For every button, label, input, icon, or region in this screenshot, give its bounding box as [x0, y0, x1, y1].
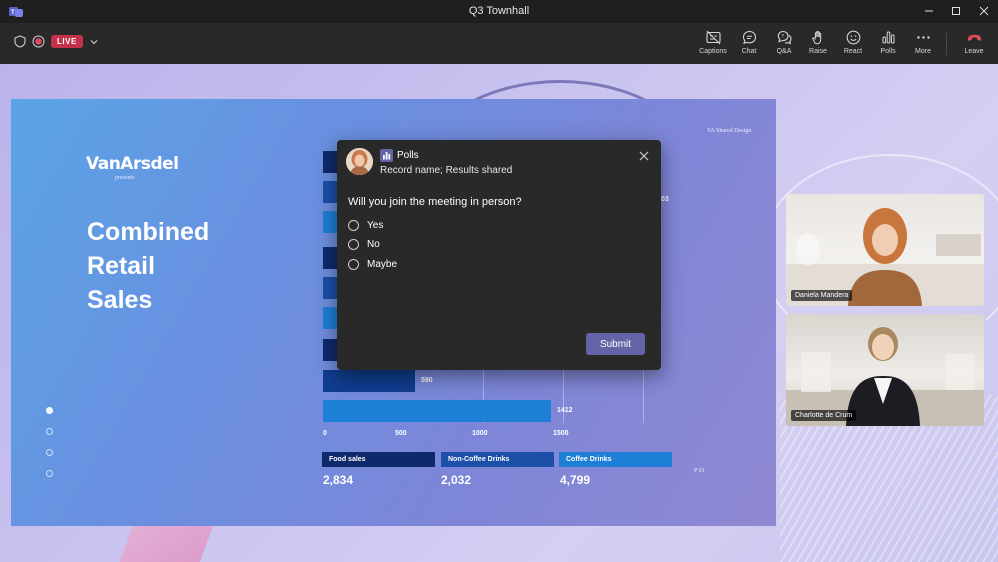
more-label: More — [915, 48, 931, 55]
bar-value-label: 03 — [661, 196, 669, 203]
slide-nav-dot[interactable] — [46, 470, 53, 477]
close-window-button[interactable] — [976, 3, 992, 19]
poll-dialog: Polls Record name; Results shared Will y… — [337, 140, 661, 370]
leave-label: Leave — [964, 48, 984, 55]
svg-text:?: ? — [781, 34, 784, 40]
raise-label: Raise — [809, 48, 827, 55]
minimize-icon — [925, 10, 933, 12]
chat-icon — [742, 30, 756, 45]
slide-corner-note: VA Shared Design — [707, 128, 752, 134]
slide-title: Combined Retail Sales — [87, 215, 267, 317]
poll-option-label: No — [367, 239, 380, 250]
captions-label: Captions — [699, 48, 727, 55]
react-label: React — [843, 48, 863, 55]
chevron-down-icon[interactable] — [89, 38, 99, 46]
meeting-toolbar: LIVE Captions Chat ? Q&A Raise React Pol… — [0, 23, 998, 64]
poll-option-no[interactable]: No — [348, 239, 380, 250]
close-icon — [979, 6, 989, 16]
avatar — [346, 148, 373, 175]
slide-nav-dot[interactable] — [46, 428, 53, 435]
recording-icon — [32, 35, 45, 48]
polls-icon — [882, 31, 894, 44]
presenter-avatar-image — [346, 148, 373, 175]
legend-non-coffee-drinks: Non-Coffee Drinks — [441, 452, 554, 467]
captions-icon — [705, 30, 721, 45]
poll-settings-subtitle: Record name; Results shared — [380, 165, 513, 176]
radio-button[interactable] — [348, 220, 359, 231]
bar-value-label: 590 — [421, 377, 433, 384]
radio-button[interactable] — [348, 259, 359, 270]
legend-coffee-drinks: Coffee Drinks — [559, 452, 672, 467]
toolbar-divider — [946, 33, 947, 55]
live-badge: LIVE — [51, 35, 83, 48]
title-bar: T Q3 Townhall — [0, 0, 998, 23]
slide-title-line: Combined — [87, 218, 210, 246]
chart-bar — [323, 370, 415, 392]
polls-app-icon — [380, 149, 393, 162]
react-icon — [846, 30, 860, 45]
meeting-status-area: LIVE — [14, 35, 99, 48]
x-axis-tick: 500 — [395, 430, 407, 437]
participant-video-tile[interactable]: Charlotte de Crum — [786, 314, 984, 426]
qa-button[interactable]: ? Q&A — [766, 29, 802, 61]
brand-logo: VanArsdel — [86, 154, 179, 174]
raise-hand-button[interactable]: Raise — [800, 29, 836, 61]
maximize-icon — [952, 7, 960, 15]
x-axis-tick: 1000 — [472, 430, 488, 437]
food-sales-total: 2,834 — [323, 473, 354, 487]
legend-food-sales: Food sales — [322, 452, 435, 467]
participant-name: Daniela Mandera — [791, 290, 853, 301]
poll-question: Will you join the meeting in person? — [348, 196, 522, 208]
submit-button[interactable]: Submit — [586, 333, 645, 355]
chat-button[interactable]: Chat — [731, 29, 767, 61]
minimize-button[interactable] — [921, 3, 937, 19]
brand-subtitle: presents — [115, 175, 135, 181]
react-button[interactable]: React — [835, 29, 871, 61]
leave-button[interactable]: Leave — [956, 29, 992, 61]
shield-icon[interactable] — [14, 35, 26, 48]
slide-title-line: Retail — [87, 252, 156, 280]
poll-option-label: Yes — [367, 220, 384, 231]
qa-icon: ? — [777, 30, 792, 45]
x-axis-tick: 1500 — [553, 430, 569, 437]
poll-option-maybe[interactable]: Maybe — [348, 259, 397, 270]
poll-option-yes[interactable]: Yes — [348, 220, 383, 231]
maximize-button[interactable] — [948, 3, 964, 19]
chat-label: Chat — [741, 48, 757, 55]
slide-page-number: P 01 — [694, 468, 705, 474]
participant-name: Charlotte de Crum — [791, 410, 857, 421]
captions-button[interactable]: Captions — [695, 29, 731, 61]
chart-bar — [323, 400, 551, 422]
non-coffee-drinks-total: 2,032 — [441, 473, 472, 487]
x-axis-tick: 0 — [323, 430, 327, 437]
poll-option-label: Maybe — [367, 259, 398, 270]
participant-video-tile[interactable]: Daniela Mandera — [786, 194, 984, 306]
slide-nav-dot[interactable] — [46, 407, 53, 414]
hang-up-icon — [967, 34, 981, 41]
polls-label: Polls — [880, 48, 896, 55]
raise-hand-icon — [811, 30, 821, 45]
more-button[interactable]: More — [905, 29, 941, 61]
window-title: Q3 Townhall — [468, 5, 530, 17]
coffee-drinks-total: 4,799 — [560, 473, 591, 487]
slide-nav-dot[interactable] — [46, 449, 53, 456]
more-icon — [916, 36, 930, 39]
slide-title-line: Sales — [87, 286, 153, 314]
qa-label: Q&A — [776, 48, 792, 55]
radio-button[interactable] — [348, 239, 359, 250]
poll-app-name: Polls — [397, 150, 419, 161]
bar-value-label: 1412 — [557, 407, 573, 414]
close-icon[interactable] — [637, 149, 651, 163]
polls-button[interactable]: Polls — [870, 29, 906, 61]
